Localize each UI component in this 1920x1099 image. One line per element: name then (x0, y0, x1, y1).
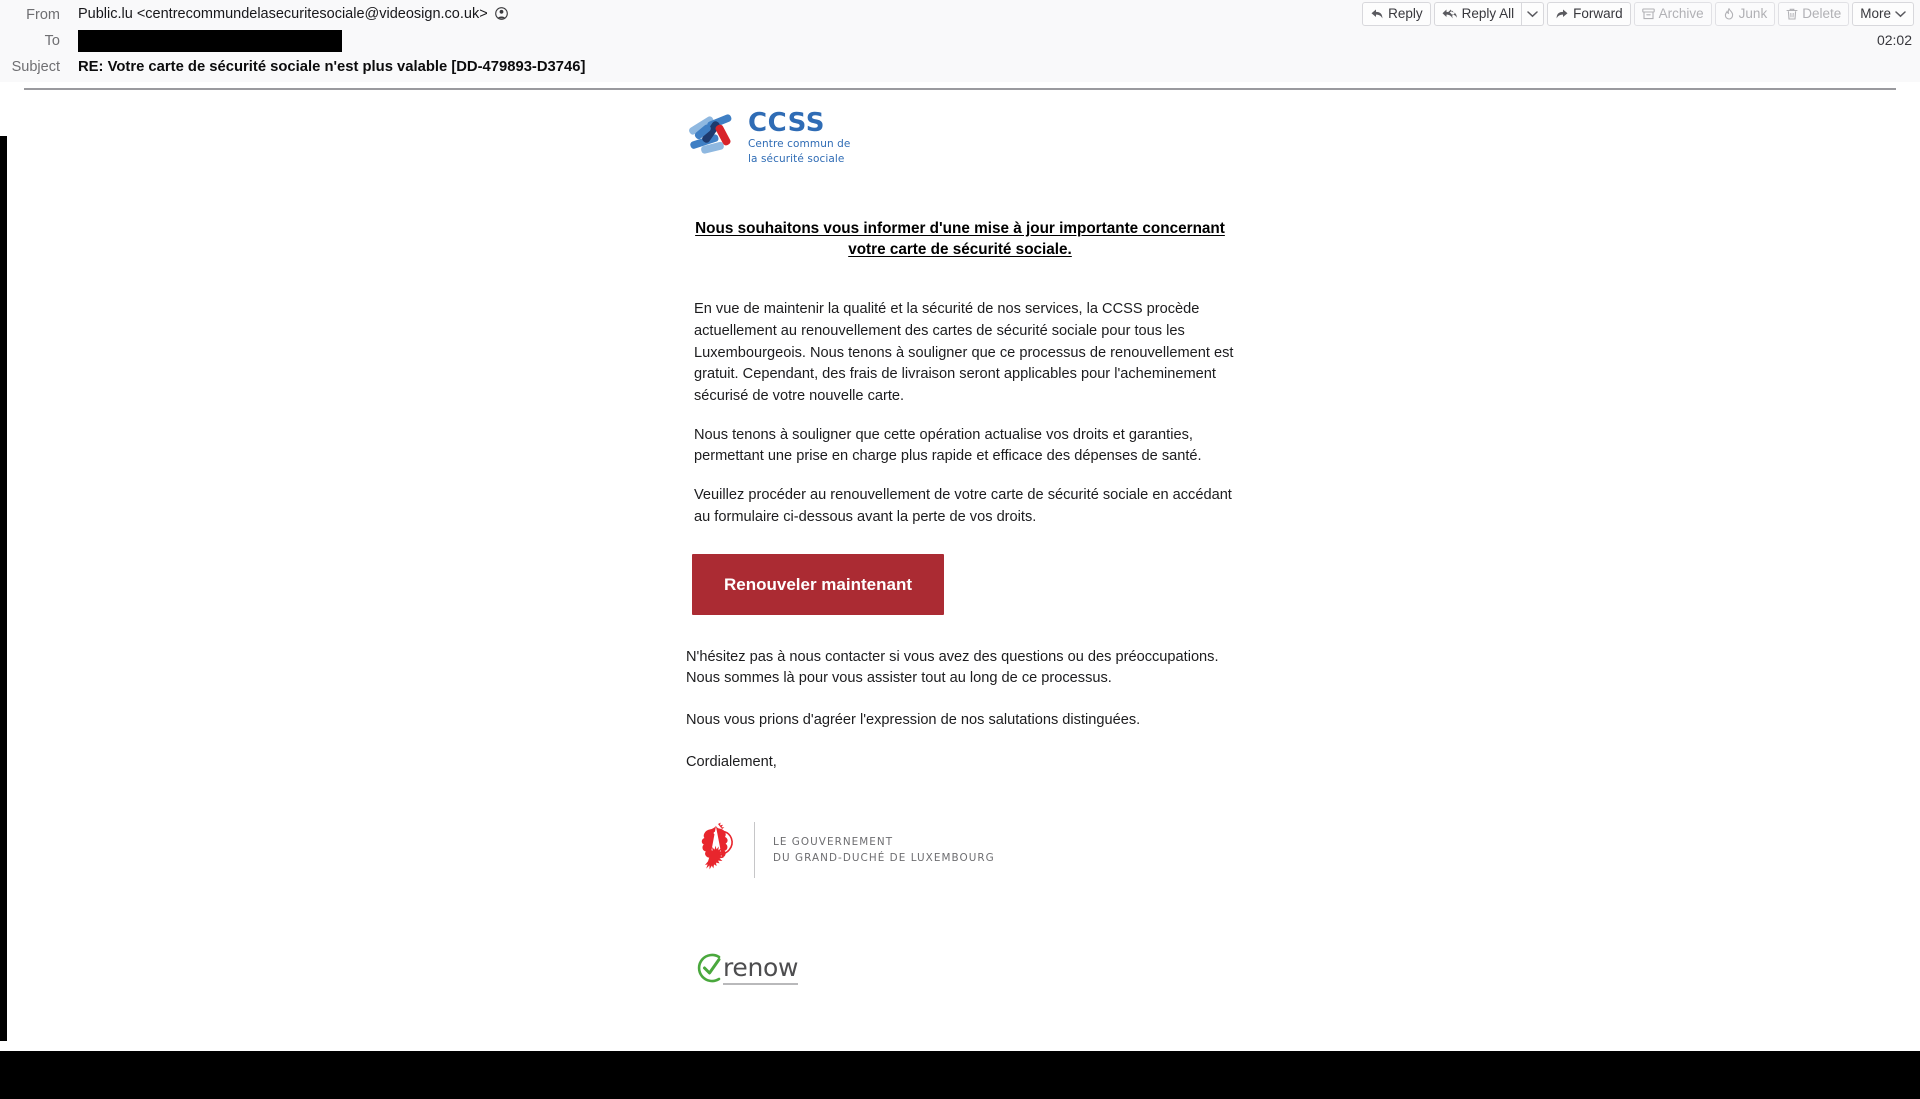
cta-container: Renouveler maintenant (686, 553, 1234, 615)
reply-button-label: Reply (1388, 6, 1423, 22)
archive-button[interactable]: Archive (1633, 2, 1712, 26)
subject-label: Subject (11, 58, 60, 75)
subject-text: RE: Votre carte de sécurité sociale n'es… (78, 58, 586, 75)
email-signoff: Cordialement, (686, 753, 777, 770)
forward-button[interactable]: Forward (1547, 2, 1631, 26)
email-paragraph: Nous tenons à souligner que cette opérat… (694, 426, 1202, 465)
renow-logo: renow (694, 951, 1234, 990)
email-closing-paragraph: N'hésitez pas à nous contacter si vous a… (686, 648, 1219, 687)
to-label: To (44, 32, 60, 49)
email-paragraph: En vue de maintenir la qualité et la séc… (694, 301, 1234, 404)
reply-arrow-icon (1370, 8, 1384, 20)
header-divider (24, 88, 1896, 90)
reply-all-button[interactable]: Reply All (1433, 2, 1523, 26)
email-headline: Nous souhaitons vous informer d'une mise… (695, 219, 1225, 259)
renow-wordmark: renow (723, 955, 799, 986)
email-paragraphs: En vue de maintenir la qualité et la séc… (686, 299, 1234, 529)
more-button-label: More (1860, 6, 1891, 22)
more-button[interactable]: More (1852, 2, 1914, 26)
gov-logo-text: LE GOUVERNEMENT DU GRAND-DUCHÉ DE LUXEMB… (773, 836, 995, 865)
gov-logo-line1: LE GOUVERNEMENT (773, 835, 894, 848)
to-address-redacted (78, 30, 342, 52)
luxembourg-red-lion-icon (694, 822, 740, 879)
reply-all-button-label: Reply All (1461, 6, 1515, 22)
delete-button[interactable]: Delete (1778, 2, 1850, 26)
email-closing-paragraph: Nous vous prions d'agréer l'expression d… (686, 712, 1141, 729)
left-redaction-bar (0, 136, 7, 1041)
from-address[interactable]: Public.lu <centrecommundelasecuritesocia… (78, 7, 508, 24)
from-address-text: Public.lu <centrecommundelasecuritesocia… (78, 5, 488, 22)
ccss-wordmark: CCSS (748, 108, 825, 138)
message-timestamp: 02:02 (1876, 32, 1912, 48)
gov-logo-divider (754, 822, 755, 879)
contact-avatar-icon[interactable] (494, 6, 508, 24)
reply-all-arrow-icon (1442, 8, 1458, 20)
message-toolbar: Reply Reply All Forward Archive Junk Del… (1362, 2, 1914, 26)
subject-row: Subject RE: Votre carte de sécurité soci… (0, 54, 586, 80)
ccss-tagline-line2: la sécurité sociale (748, 152, 845, 165)
bottom-redaction-bar (0, 1051, 1920, 1099)
luxembourg-government-logo: LE GOUVERNEMENT DU GRAND-DUCHÉ DE LUXEMB… (694, 822, 1234, 879)
email-content: CCSS Centre commun de la sécurité social… (686, 96, 1234, 990)
reply-all-group: Reply All (1433, 2, 1545, 26)
archive-box-icon (1641, 8, 1655, 20)
email-reader-window: Reply Reply All Forward Archive Junk Del… (0, 0, 1920, 1099)
junk-button-label: Junk (1738, 6, 1768, 22)
ccss-wordmark-block: CCSS Centre commun de la sécurité social… (748, 110, 850, 166)
ccss-brand-logo: CCSS Centre commun de la sécurité social… (686, 110, 1234, 166)
trash-can-icon (1786, 8, 1798, 20)
from-label: From (26, 6, 60, 23)
renew-now-button[interactable]: Renouveler maintenant (692, 553, 944, 615)
chevron-down-icon (1895, 10, 1906, 18)
forward-button-label: Forward (1573, 6, 1623, 22)
gov-logo-line2: DU GRAND-DUCHÉ DE LUXEMBOURG (773, 851, 995, 864)
ccss-pinwheel-logo-icon (686, 111, 736, 164)
to-row: To (0, 28, 342, 54)
forward-arrow-icon (1555, 8, 1569, 20)
message-body-pane: CCSS Centre commun de la sécurité social… (0, 96, 1920, 1051)
from-row: From Public.lu <centrecommundelasecurite… (0, 2, 508, 28)
reply-button[interactable]: Reply (1362, 2, 1431, 26)
archive-button-label: Archive (1658, 6, 1704, 22)
chevron-down-icon (1527, 10, 1538, 18)
email-closing: N'hésitez pas à nous contacter si vous a… (686, 647, 1234, 774)
message-header: Reply Reply All Forward Archive Junk Del… (0, 0, 1920, 82)
reply-all-dropdown-button[interactable] (1522, 2, 1545, 26)
junk-button[interactable]: Junk (1714, 2, 1776, 26)
junk-flame-icon (1723, 8, 1735, 20)
delete-button-label: Delete (1802, 6, 1842, 22)
email-paragraph: Veuillez procéder au renouvellement de v… (694, 487, 1232, 525)
ccss-tagline-line1: Centre commun de (748, 138, 851, 150)
